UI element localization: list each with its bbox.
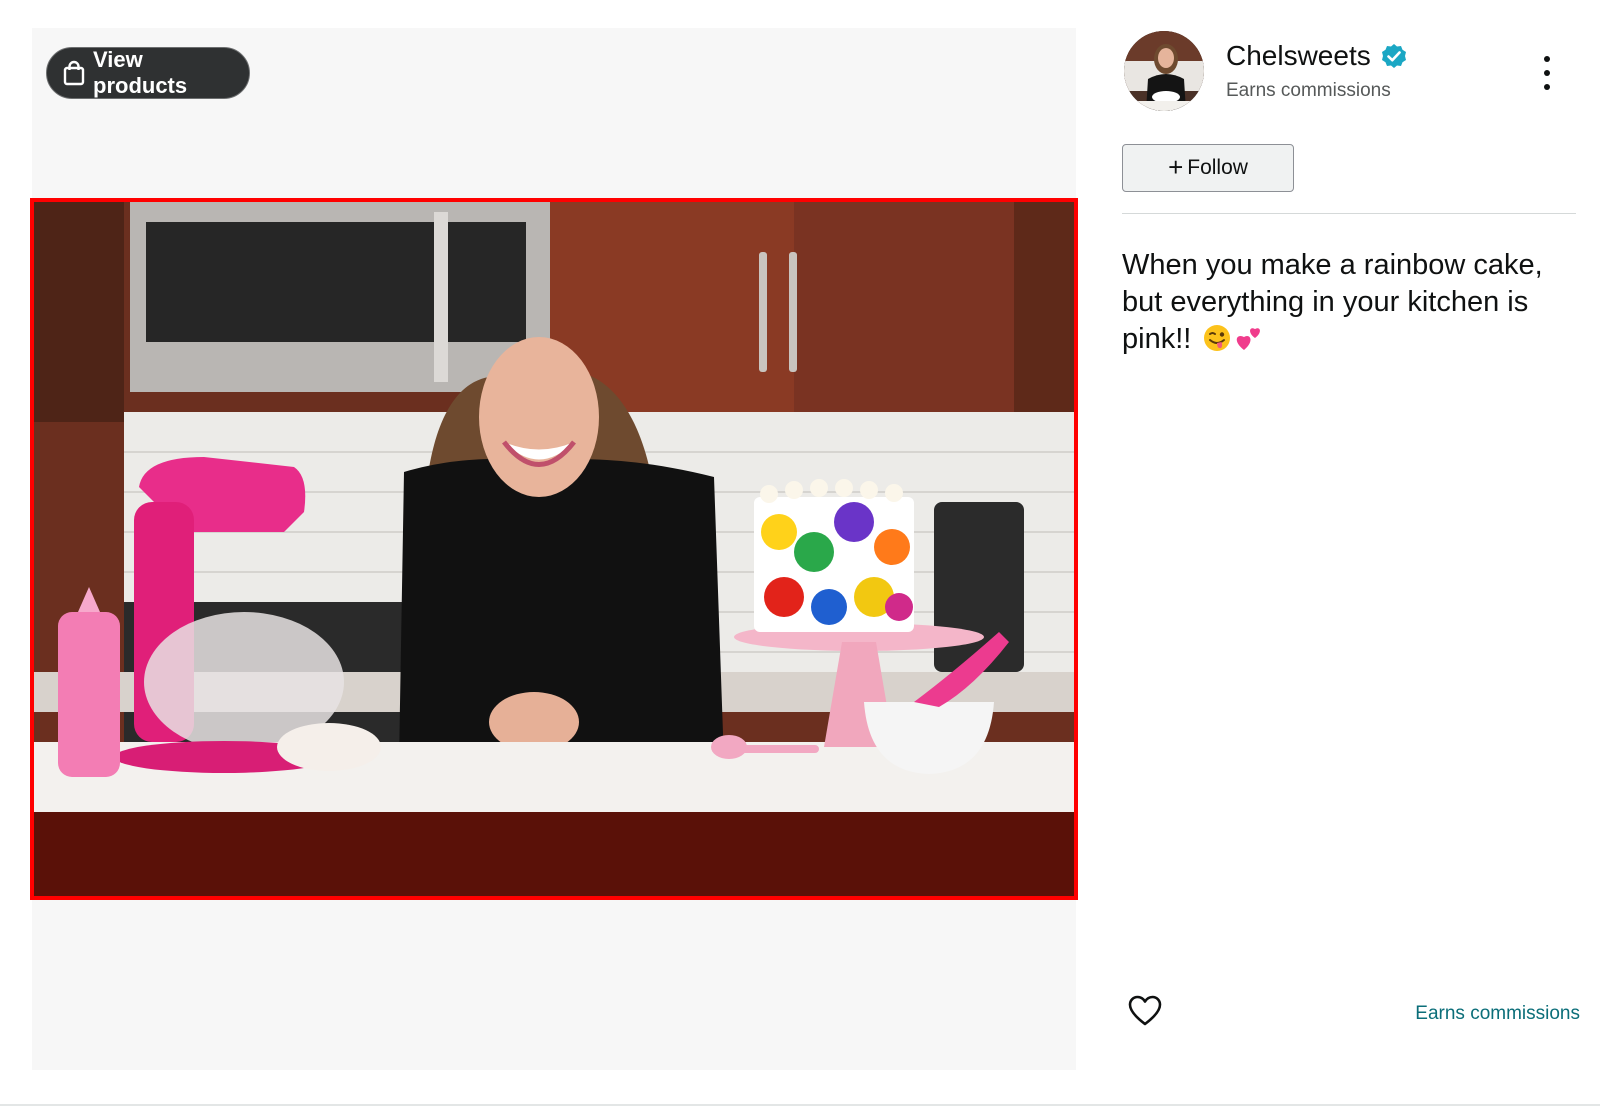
winking-face-with-tongue-emoji	[1203, 324, 1231, 352]
more-vertical-icon[interactable]	[1540, 56, 1554, 90]
kitchen-scene-image	[34, 202, 1074, 896]
view-products-button[interactable]: View products	[46, 47, 250, 99]
shopping-bag-icon	[63, 60, 85, 86]
divider	[1122, 213, 1576, 214]
verified-check-icon	[1381, 43, 1407, 69]
avatar[interactable]	[1124, 31, 1204, 111]
author-name[interactable]: Chelsweets	[1226, 40, 1371, 72]
follow-button[interactable]: + Follow	[1122, 144, 1294, 192]
earns-commissions-link[interactable]: Earns commissions	[1415, 1003, 1580, 1025]
post-sidebar: Chelsweets Earns commissions + Follow Wh…	[1122, 0, 1580, 1106]
post-video[interactable]	[30, 198, 1078, 900]
plus-icon: +	[1168, 152, 1184, 182]
author-block: Chelsweets	[1226, 40, 1407, 72]
caption-text: When you make a rainbow cake, but everyt…	[1122, 249, 1543, 355]
two-hearts-emoji	[1235, 324, 1263, 352]
creator-subtitle: Earns commissions	[1226, 80, 1391, 101]
view-products-label: View products	[93, 47, 188, 98]
heart-outline-icon[interactable]	[1128, 995, 1162, 1027]
follow-label: Follow	[1187, 156, 1248, 179]
media-pane: View products	[30, 28, 1078, 1070]
post-caption: When you make a rainbow cake, but everyt…	[1122, 247, 1562, 358]
